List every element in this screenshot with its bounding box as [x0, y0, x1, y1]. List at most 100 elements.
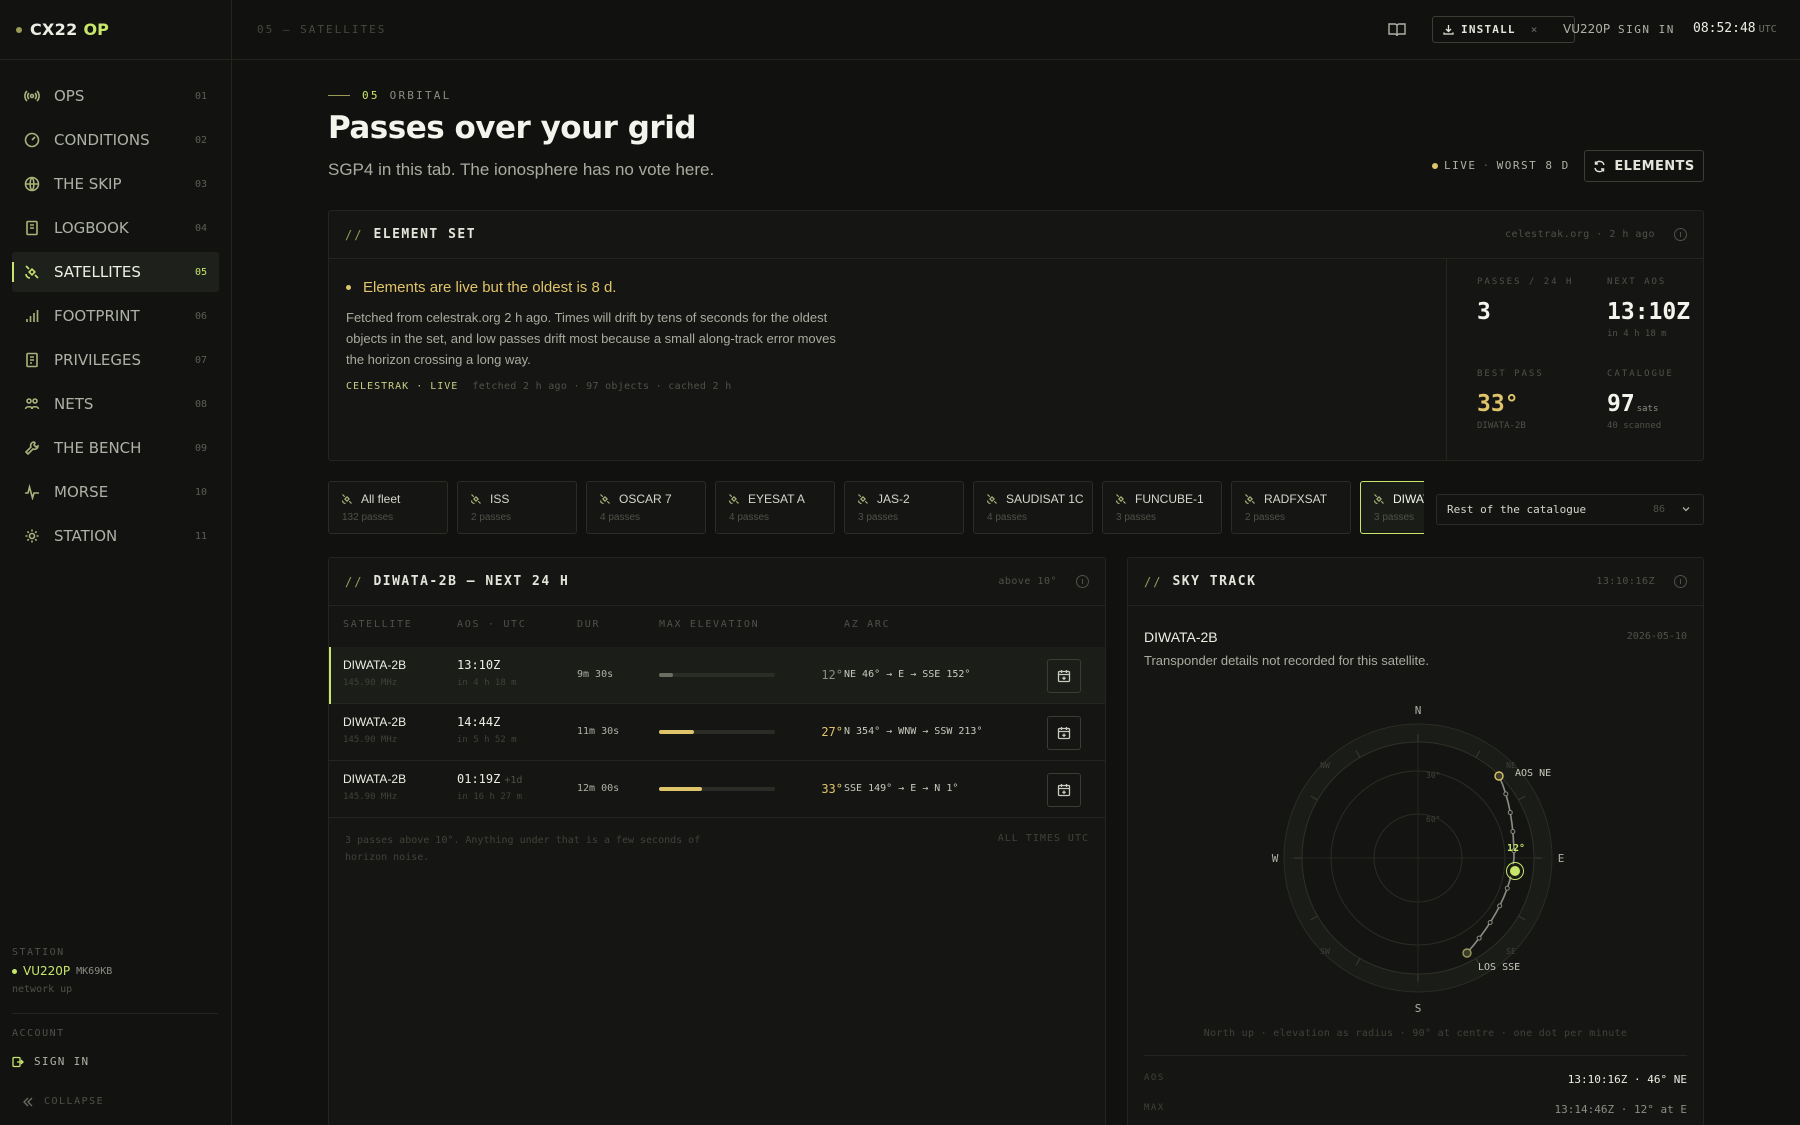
chip-name-row: JAS-2 — [857, 492, 963, 506]
row-satellite: DIWATA-2B — [343, 715, 407, 729]
elevation-bar-fill — [659, 730, 694, 734]
table-row[interactable]: DIWATA-2B 145.90 MHz 13:10Z in 4 h 18 m … — [329, 647, 1105, 704]
satellite-chip[interactable]: EYESAT A 4 passes — [715, 481, 835, 534]
gear-icon — [24, 528, 40, 544]
chip-count: 3 passes — [1116, 512, 1157, 523]
satellite-chip[interactable]: ISS 2 passes — [457, 481, 577, 534]
satellite-icon — [1244, 494, 1255, 505]
station-info[interactable]: VU220P MK69KB — [0, 958, 232, 978]
wrench-icon — [24, 440, 40, 456]
satellite-icon — [986, 494, 997, 505]
add-to-calendar-button[interactable] — [1047, 773, 1081, 807]
satellite-chip[interactable]: FUNCUBE-1 3 passes — [1102, 481, 1222, 534]
ring-30-label: 30° — [1426, 771, 1440, 780]
row-aos: 13:10Z — [457, 658, 504, 672]
sidebar-signin-button[interactable]: SIGN IN — [0, 1039, 232, 1068]
collapse-label: COLLAPSE — [44, 1096, 105, 1107]
station-callsign: VU220P — [23, 964, 71, 978]
satellite-icon — [1373, 494, 1384, 505]
satellite-icon — [470, 494, 481, 505]
elevation-bar-fill — [659, 673, 673, 677]
sidebar-item-station[interactable]: STATION 11 — [12, 516, 219, 556]
table-row[interactable]: DIWATA-2B 145.90 MHz 01:19Z +1d in 16 h 2… — [329, 761, 1105, 818]
pulse-icon — [24, 484, 40, 500]
satellite-chip[interactable]: All fleet 132 passes — [328, 481, 448, 534]
collapse-button[interactable]: COLLAPSE — [0, 1068, 232, 1125]
sidebar-item-label: MORSE — [54, 483, 109, 501]
row-satellite: DIWATA-2B — [343, 772, 407, 786]
sidebar-item-satellites[interactable]: SATELLITES 05 — [12, 252, 219, 292]
sidebar-item-number: 10 — [194, 486, 207, 498]
download-icon — [1443, 25, 1454, 35]
chip-count: 132 passes — [342, 512, 394, 523]
signin-link[interactable]: SIGN IN — [1618, 23, 1675, 36]
double-chevron-left-icon — [23, 1097, 33, 1106]
satellite-chip[interactable]: RADFXSAT 2 passes — [1231, 481, 1351, 534]
catalogue-select[interactable]: Rest of the catalogue 86 — [1436, 494, 1704, 525]
sidebar-item-privileges[interactable]: PRIVILEGES 07 — [12, 340, 219, 380]
satellite-chip[interactable]: OSCAR 7 4 passes — [586, 481, 706, 534]
sidebar-item-morse[interactable]: MORSE 10 — [12, 472, 219, 512]
elevation-bar — [659, 787, 775, 791]
aos-time: 13:10Z — [457, 658, 501, 672]
row-max-elevation: 27° — [821, 725, 843, 739]
satellite-icon — [728, 494, 739, 505]
sidebar-item-the-bench[interactable]: THE BENCH 09 — [12, 428, 219, 468]
sidebar-item-the-skip[interactable]: THE SKIP 03 — [12, 164, 219, 204]
sidebar-item-conditions[interactable]: CONDITIONS 02 — [12, 120, 219, 160]
aos-time: 14:44Z — [457, 715, 501, 729]
row-frequency: 145.90 MHz — [343, 792, 398, 802]
app-root: CX22 OP OPS 01 CONDITIONS 02 THE SKIP 03… — [0, 0, 1800, 1125]
info-icon[interactable] — [1076, 575, 1089, 588]
elevation-bar — [659, 673, 775, 677]
refresh-elements-button[interactable]: ELEMENTS — [1584, 150, 1704, 182]
chip-count: 2 passes — [471, 512, 512, 523]
table-row[interactable]: DIWATA-2B 145.90 MHz 14:44Z in 5 h 52 m … — [329, 704, 1105, 761]
satellite-chip[interactable]: DIWATA-2B 3 passes — [1360, 481, 1424, 534]
brand[interactable]: CX22 OP — [0, 0, 231, 60]
select-value: Rest of the catalogue — [1447, 503, 1587, 516]
close-icon[interactable]: × — [1531, 23, 1539, 36]
gauge-icon — [24, 132, 40, 148]
minute-dot — [1487, 919, 1493, 925]
signin-label: SIGN IN — [34, 1055, 90, 1068]
transponder-note: Transponder details not recorded for thi… — [1144, 653, 1429, 668]
sidebar-item-label: NETS — [54, 395, 94, 413]
compass-se: SE — [1506, 947, 1516, 956]
panel-slash: // — [1144, 574, 1163, 589]
stat-value: 13:10Z — [1607, 299, 1691, 325]
sidebar-item-ops[interactable]: OPS 01 — [12, 76, 219, 116]
stat-label: BEST PASS — [1477, 369, 1544, 379]
utc-clock: 08:52:48 UTC — [1693, 21, 1777, 36]
chip-name-row: SAUDISAT 1C — [986, 492, 1092, 506]
stat-label: NEXT AOS — [1607, 277, 1667, 287]
install-button[interactable]: INSTALL × — [1432, 16, 1575, 43]
book-icon[interactable] — [1388, 22, 1406, 38]
add-to-calendar-button[interactable] — [1047, 659, 1081, 693]
panel-meta: above 10° — [998, 576, 1057, 587]
panel-meta: 13:10:16Z — [1596, 576, 1655, 587]
satellite-chip[interactable]: SAUDISAT 1C 4 passes — [973, 481, 1093, 534]
sidebar-nav: OPS 01 CONDITIONS 02 THE SKIP 03 LOGBOOK… — [0, 60, 231, 556]
sidebar-item-footprint[interactable]: FOOTPRINT 06 — [12, 296, 219, 336]
row-countdown: in 4 h 18 m — [457, 678, 517, 688]
station-label: STATION — [12, 947, 65, 958]
sidebar-item-logbook[interactable]: LOGBOOK 04 — [12, 208, 219, 248]
sidebar-item-label: CONDITIONS — [54, 131, 150, 149]
info-icon[interactable] — [1674, 228, 1687, 241]
sky-track-panel: // SKY TRACK 13:10:16Z DIWATA-2B 2026-05… — [1127, 557, 1704, 1125]
info-icon[interactable] — [1674, 575, 1687, 588]
max-elevation-label: 12° — [1507, 843, 1525, 854]
stat-label: PASSES / 24 H — [1477, 277, 1574, 287]
separator: · — [1482, 159, 1491, 172]
element-description: Fetched from celestrak.org 2 h ago. Time… — [346, 310, 836, 367]
elevation-bar-fill — [659, 787, 702, 791]
sidebar-item-label: STATION — [54, 527, 118, 545]
ring-60-label: 60° — [1426, 815, 1440, 824]
sidebar-item-nets[interactable]: NETS 08 — [12, 384, 219, 424]
aos-marker — [1494, 771, 1504, 781]
calendar-add-icon — [1057, 727, 1071, 740]
add-to-calendar-button[interactable] — [1047, 716, 1081, 750]
satellite-chip[interactable]: JAS-2 3 passes — [844, 481, 964, 534]
chip-name: RADFXSAT — [1264, 492, 1328, 506]
